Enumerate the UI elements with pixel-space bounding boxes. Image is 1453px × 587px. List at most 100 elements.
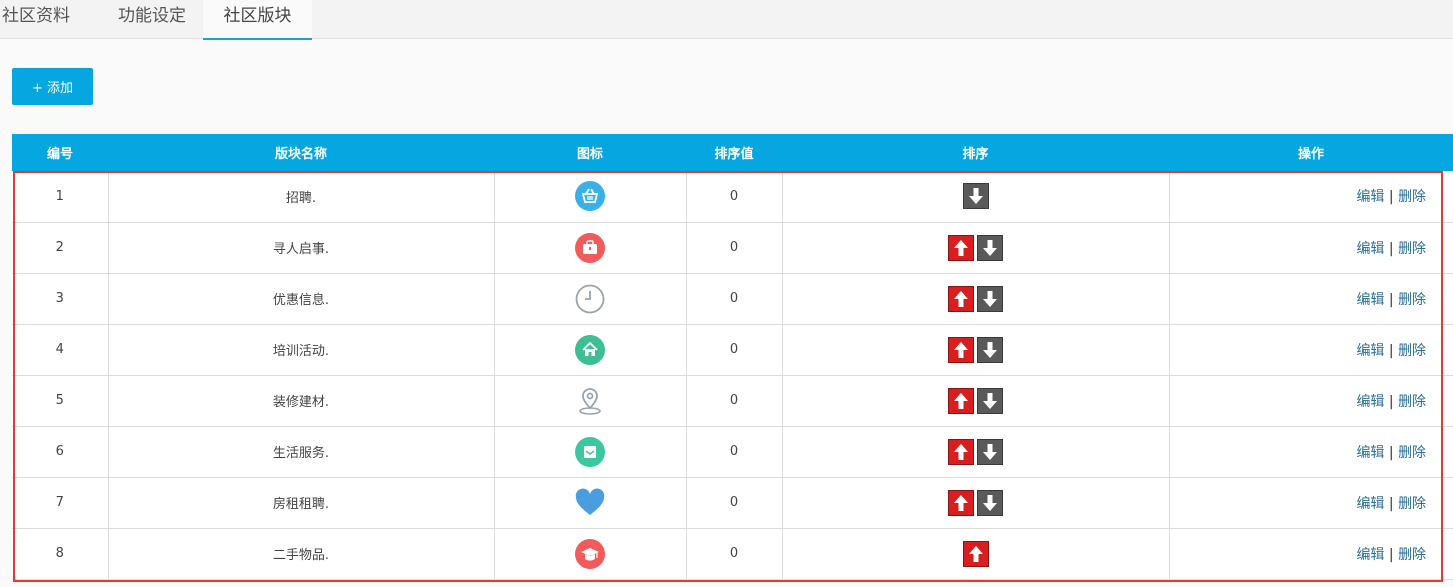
- delete-link[interactable]: 删除: [1398, 343, 1426, 359]
- cell-section-name: 招聘.: [108, 171, 495, 223]
- move-up-button[interactable]: [948, 438, 974, 465]
- move-down-button[interactable]: [977, 285, 1003, 312]
- tab-feature-settings[interactable]: 功能设定: [106, 0, 198, 38]
- cell-sort: [782, 477, 1170, 529]
- delete-link[interactable]: 删除: [1398, 547, 1426, 563]
- delete-link[interactable]: 删除: [1398, 189, 1426, 205]
- clock-icon: [575, 284, 605, 313]
- table-row: 1 招聘. 0 编辑 | 删除: [12, 171, 1453, 223]
- cell-id: 3: [12, 273, 109, 325]
- action-separator: |: [1388, 495, 1394, 512]
- cell-actions: 编辑 | 删除: [1169, 324, 1453, 376]
- heart-icon: [575, 488, 605, 515]
- cell-sort: [782, 324, 1170, 376]
- cell-order-value: 0: [686, 222, 783, 274]
- table-row: 2 寻人启事. 0 编辑 | 删除: [12, 222, 1453, 274]
- cell-icon: [494, 426, 687, 478]
- cell-sort: [782, 171, 1170, 223]
- header-icon: 图标: [576, 147, 603, 162]
- cell-sort: [782, 375, 1170, 427]
- add-button[interactable]: + 添加: [12, 68, 93, 105]
- tab-community-profile[interactable]: 社区资料: [0, 0, 94, 38]
- move-up-button[interactable]: [962, 540, 989, 567]
- header-id: 编号: [46, 147, 73, 162]
- edit-link[interactable]: 编辑: [1356, 343, 1384, 359]
- home-icon: [575, 334, 605, 365]
- tab-bar: 社区资料 功能设定 社区版块: [0, 0, 1453, 40]
- cell-icon: [494, 324, 687, 376]
- move-down-button[interactable]: [977, 336, 1003, 363]
- cell-order-value: 0: [686, 375, 783, 427]
- cell-icon: [494, 375, 687, 427]
- cell-actions: 编辑 | 删除: [1169, 171, 1453, 223]
- cell-section-name: 寻人启事.: [108, 222, 495, 274]
- edit-link[interactable]: 编辑: [1356, 547, 1384, 563]
- action-separator: |: [1388, 444, 1394, 461]
- edit-link[interactable]: 编辑: [1356, 241, 1384, 257]
- table-row: 3 优惠信息. 0 编辑 | 删除: [12, 273, 1453, 325]
- cell-order-value: 0: [686, 273, 783, 325]
- move-up-button[interactable]: [948, 234, 974, 261]
- map-pin-icon: [579, 387, 601, 415]
- table-row: 7 房租租聘. 0 编辑 | 删除: [12, 477, 1453, 529]
- cell-icon: [494, 222, 687, 274]
- delete-link[interactable]: 删除: [1398, 241, 1426, 257]
- cell-id: 7: [12, 477, 109, 529]
- header-actions: 操作: [1297, 147, 1324, 162]
- move-down-button[interactable]: [977, 438, 1003, 465]
- delete-link[interactable]: 删除: [1398, 496, 1426, 512]
- action-separator: |: [1388, 189, 1394, 206]
- edit-link[interactable]: 编辑: [1356, 496, 1384, 512]
- cell-actions: 编辑 | 删除: [1169, 375, 1453, 427]
- move-down-button[interactable]: [962, 183, 989, 210]
- move-down-button[interactable]: [977, 234, 1003, 261]
- cell-actions: 编辑 | 删除: [1169, 273, 1453, 325]
- cell-id: 8: [12, 528, 109, 580]
- cell-actions: 编辑 | 删除: [1169, 222, 1453, 274]
- cell-section-name: 培训活动.: [108, 324, 495, 376]
- cell-icon: [494, 171, 687, 223]
- cell-order-value: 0: [686, 528, 783, 580]
- cell-sort: [782, 273, 1170, 325]
- table-header-row: 编号 版块名称 图标 排序值 排序 操作: [12, 134, 1453, 171]
- edit-link[interactable]: 编辑: [1356, 445, 1384, 461]
- move-up-button[interactable]: [948, 489, 974, 516]
- shopping-basket-icon: [575, 181, 605, 212]
- cell-sort: [782, 426, 1170, 478]
- table-row: 5 装修建材. 0 编辑 | 删除: [12, 375, 1453, 427]
- cell-section-name: 二手物品.: [108, 528, 495, 580]
- table-row: 6 生活服务. 0 编辑 | 删除: [12, 426, 1453, 478]
- header-name: 版块名称: [274, 147, 327, 162]
- cell-sort: [782, 528, 1170, 580]
- cell-id: 1: [12, 171, 109, 223]
- cell-icon: [494, 528, 687, 580]
- move-up-button[interactable]: [948, 336, 974, 363]
- table-row: 8 二手物品. 0 编辑 | 删除: [12, 528, 1453, 580]
- move-up-button[interactable]: [948, 387, 974, 414]
- tab-community-sections[interactable]: 社区版块: [203, 0, 312, 40]
- delete-link[interactable]: 删除: [1398, 445, 1426, 461]
- action-separator: |: [1388, 546, 1394, 563]
- delete-link[interactable]: 删除: [1398, 394, 1426, 410]
- cell-section-name: 装修建材.: [108, 375, 495, 427]
- edit-link[interactable]: 编辑: [1356, 292, 1384, 308]
- cell-sort: [782, 222, 1170, 274]
- action-separator: |: [1388, 393, 1394, 410]
- delete-link[interactable]: 删除: [1398, 292, 1426, 308]
- edit-link[interactable]: 编辑: [1356, 394, 1384, 410]
- header-sort: 排序: [962, 147, 989, 162]
- cell-section-name: 优惠信息.: [108, 273, 495, 325]
- move-down-button[interactable]: [977, 489, 1003, 516]
- cell-icon: [494, 477, 687, 529]
- move-up-button[interactable]: [948, 285, 974, 312]
- cell-order-value: 0: [686, 477, 783, 529]
- action-separator: |: [1388, 342, 1394, 359]
- action-separator: |: [1388, 291, 1394, 308]
- edit-link[interactable]: 编辑: [1356, 189, 1384, 205]
- cell-order-value: 0: [686, 324, 783, 376]
- move-down-button[interactable]: [977, 387, 1003, 414]
- sections-table: 编号 版块名称 图标 排序值 排序 操作 1 招聘. 0 编辑 | 删除 2 寻…: [12, 134, 1453, 580]
- cell-order-value: 0: [686, 171, 783, 223]
- cell-actions: 编辑 | 删除: [1169, 477, 1453, 529]
- cell-actions: 编辑 | 删除: [1169, 426, 1453, 478]
